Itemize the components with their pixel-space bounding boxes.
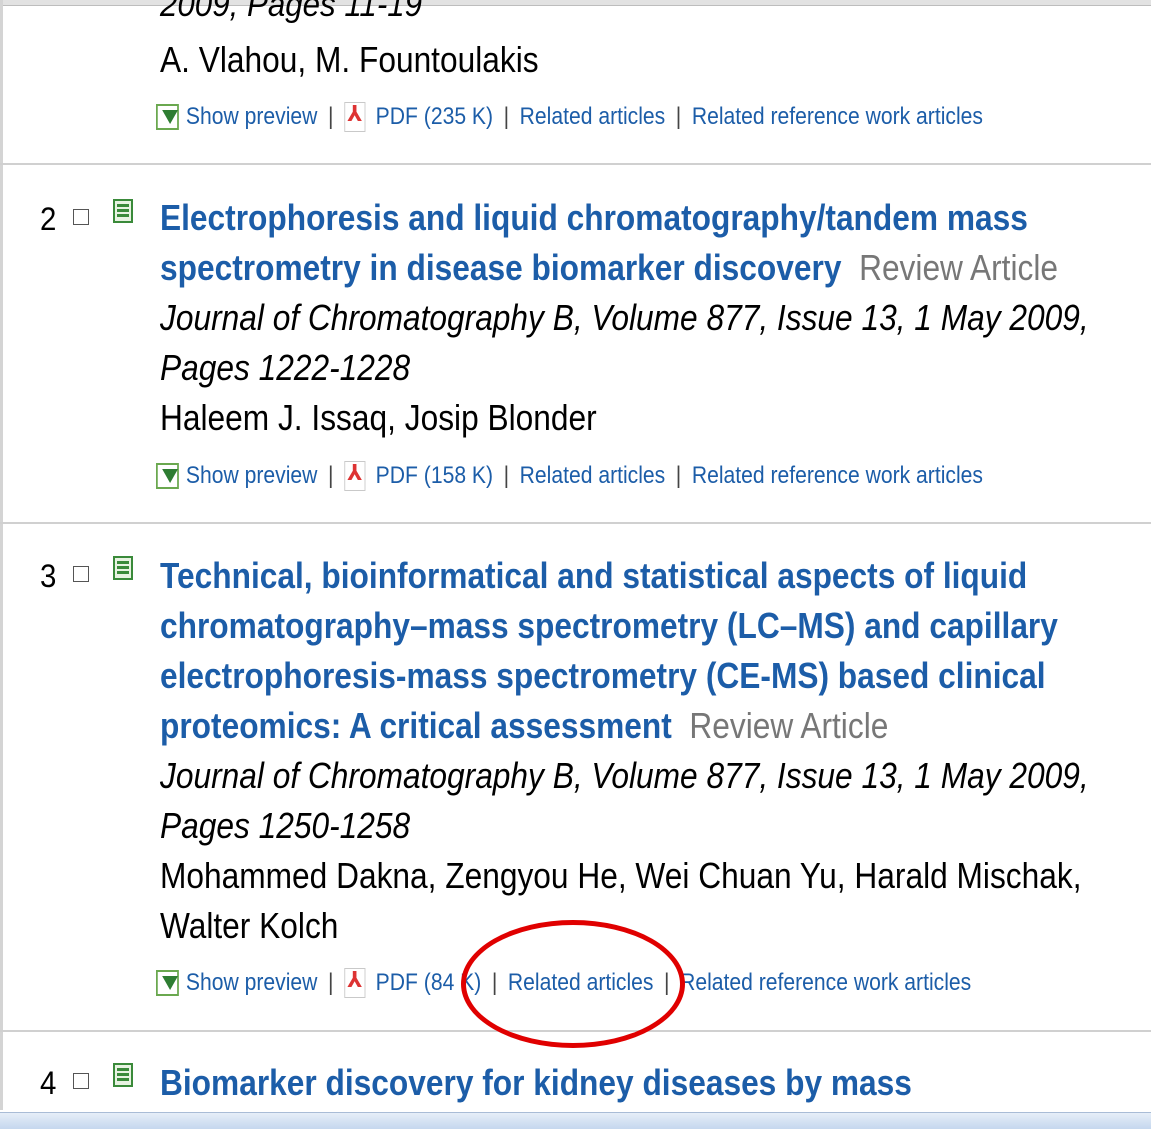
window-left-edge <box>0 0 3 1110</box>
related-reference-work-link[interactable]: Related reference work articles <box>692 103 983 131</box>
result-3-journal: Journal of Chromatography B <box>160 755 574 796</box>
result-4-number: 4 <box>40 1065 57 1101</box>
result-separator <box>0 163 1151 165</box>
related-articles-link[interactable]: Related articles <box>520 103 666 131</box>
result-2-checkbox[interactable] <box>73 209 89 225</box>
result-2-article-type: Review Article <box>859 247 1059 288</box>
related-reference-work-link[interactable]: Related reference work articles <box>680 969 971 997</box>
result-2-title-line-1[interactable]: Electrophoresis and liquid chromatograph… <box>160 197 1028 238</box>
result-3-entry: Technical, bioinformatical and statistic… <box>160 551 1150 951</box>
result-4-entry: Biomarker discovery for kidney diseases … <box>160 1058 1150 1108</box>
result-2-number: 2 <box>40 201 57 237</box>
result-3-volume: , Volume 877, Issue 13, 1 May 2009, <box>573 755 1089 796</box>
show-preview-link[interactable]: Show preview <box>186 969 317 997</box>
result-2-entry: Electrophoresis and liquid chromatograph… <box>160 193 1150 443</box>
result-3-authors-line-1: Mohammed Dakna, Zengyou He, Wei Chuan Yu… <box>160 855 1082 896</box>
result-3-title-line-3[interactable]: electrophoresis-mass spectrometry (CE-MS… <box>160 655 1046 696</box>
result-3-article-type: Review Article <box>689 705 889 746</box>
pdf-link[interactable]: PDF (158 K) <box>376 462 493 490</box>
result-3-title-line-4[interactable]: proteomics: A critical assessment <box>160 705 672 746</box>
result-3-number: 3 <box>40 558 57 594</box>
result-2-volume: , Volume 877, Issue 13, 1 May 2009, <box>573 297 1089 338</box>
show-preview-icon[interactable] <box>156 970 179 996</box>
result-1-links: Show preview | PDF (235 K) | Related art… <box>156 99 983 135</box>
pdf-link[interactable]: PDF (235 K) <box>376 103 493 131</box>
result-3-pages: Pages 1250-1258 <box>160 805 411 846</box>
result-separator <box>0 522 1151 524</box>
show-preview-icon[interactable] <box>156 104 179 130</box>
result-3-title-line-2[interactable]: chromatography–mass spectrometry (LC–MS)… <box>160 605 1058 646</box>
result-3-title-line-1[interactable]: Technical, bioinformatical and statistic… <box>160 555 1027 596</box>
related-reference-work-link[interactable]: Related reference work articles <box>692 462 983 490</box>
result-2-authors: Haleem J. Issaq, Josip Blonder <box>160 397 597 438</box>
pdf-icon[interactable] <box>344 460 366 491</box>
result-3-checkbox[interactable] <box>73 566 89 582</box>
result-2-document-icon <box>113 199 133 223</box>
show-preview-link[interactable]: Show preview <box>186 103 317 131</box>
related-articles-link[interactable]: Related articles <box>520 462 666 490</box>
annotation-circle <box>461 920 685 1048</box>
pdf-icon[interactable] <box>344 967 366 998</box>
result-2-journal: Journal of Chromatography B <box>160 297 574 338</box>
result-4-document-icon <box>113 1063 133 1087</box>
show-preview-icon[interactable] <box>156 463 179 489</box>
result-2-links: Show preview | PDF (158 K) | Related art… <box>156 458 983 494</box>
result-2-pages: Pages 1222-1228 <box>160 347 411 388</box>
show-preview-link[interactable]: Show preview <box>186 462 317 490</box>
result-4-checkbox[interactable] <box>73 1073 89 1089</box>
pdf-icon[interactable] <box>344 101 366 132</box>
result-1-authors: A. Vlahou, M. Fountoulakis <box>160 39 539 80</box>
result-3-document-icon <box>113 556 133 580</box>
result-1-tail: A. Vlahou, M. Fountoulakis <box>160 35 1150 85</box>
result-2-title-line-2[interactable]: spectrometry in disease biomarker discov… <box>160 247 841 288</box>
taskbar-strip <box>0 1112 1151 1129</box>
result-4-title-line-1[interactable]: Biomarker discovery for kidney diseases … <box>160 1062 912 1103</box>
result-1-journal-fragment: 2009, Pages 11-19 <box>160 0 423 24</box>
